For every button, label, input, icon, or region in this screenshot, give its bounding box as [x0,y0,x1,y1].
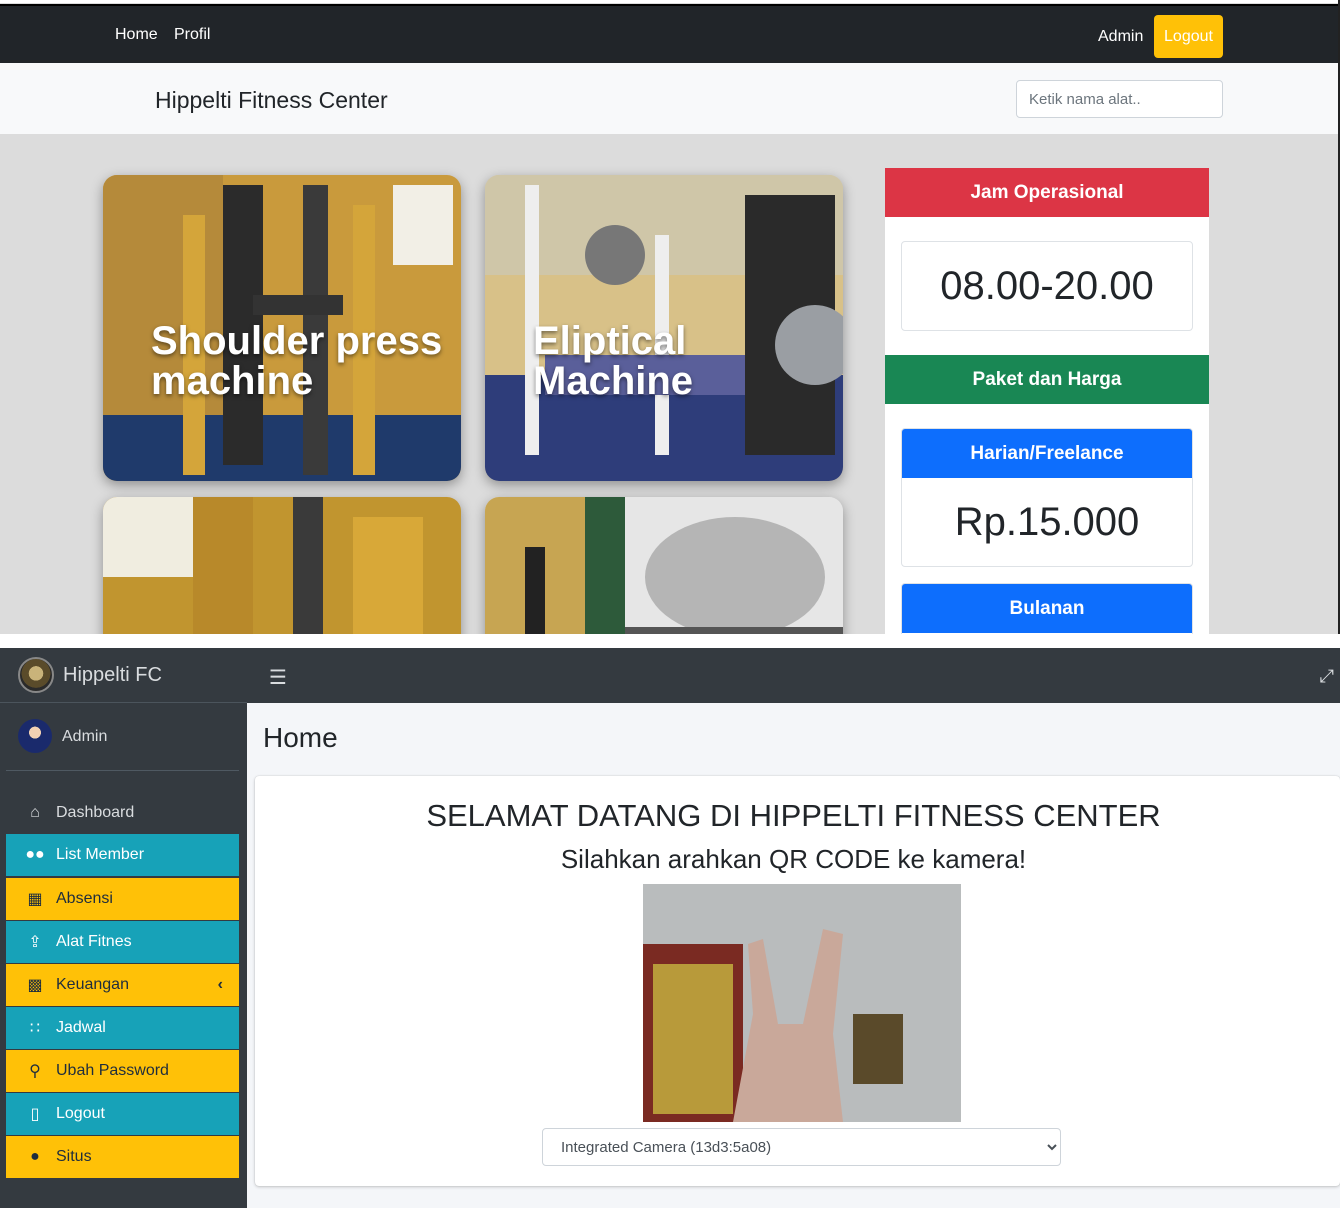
user-panel[interactable]: Admin [6,703,239,771]
fullscreen-icon[interactable]: ⤢ [1320,666,1334,687]
camera-feed [643,884,961,1122]
hours-value: 08.00-20.00 [940,263,1154,308]
sidebar-item-label: Jadwal [56,1019,106,1036]
key-icon: ⚲ [29,1063,41,1080]
equipment-photo [103,497,461,634]
file-icon: ▯ [30,1106,40,1123]
brand[interactable]: Hippelti FC [0,648,247,703]
sidebar-item-logout[interactable]: ▯ Logout [6,1093,239,1135]
top-line [0,0,1338,3]
money-icon: ▩ [27,977,43,994]
sidebar-item-label: Absensi [56,890,113,907]
scan-instruction: Silahkan arahkan QR CODE ke kamera! [560,844,1027,874]
sidebar-item-jadwal[interactable]: ∷ Jadwal [6,1007,239,1049]
package-name: Harian/Freelance [902,429,1192,478]
equipment-search-input[interactable] [1016,80,1223,118]
package-price: Rp.15.000 [954,499,1140,544]
avatar [18,719,52,753]
table-icon: ▦ [27,891,43,908]
sidebar-item-situs[interactable]: ● Situs [6,1136,239,1178]
packages-heading: Paket dan Harga [885,355,1209,404]
chevron-left-icon: ‹ [217,976,223,993]
grid-icon: ∷ [29,1020,41,1037]
sidebar-item-label: List Member [56,846,145,863]
equipment-card-eliptical[interactable]: Eliptical Machine [485,175,843,481]
sidebar-item-label: Ubah Password [56,1062,169,1079]
site-title: Hippelti Fitness Center [155,87,388,113]
equipment-card[interactable] [103,497,461,634]
equipment-photo [485,497,843,634]
admin-panel-screenshot: Hippelti FC ☰ ⤢ Admin ⌂ Dashboard ●● Lis… [0,648,1340,1208]
sidebar-item-ubah-password[interactable]: ⚲ Ubah Password [6,1050,239,1092]
top-navbar: ☰ ⤢ [247,648,1340,703]
sidebar: Admin ⌂ Dashboard ●● List Member ▦ Absen… [0,703,247,1208]
camera-select[interactable]: Integrated Camera (13d3:5a08) [542,1128,1061,1166]
sidebar-item-label: Keuangan [56,976,129,993]
sidebar-item-list-member[interactable]: ●● List Member [6,834,239,876]
public-site-screenshot: Home Profil Admin Logout Hippelti Fitnes… [0,0,1340,634]
sidebar-item-absensi[interactable]: ▦ Absensi [6,878,239,920]
camera-preview [643,884,961,1122]
hours-heading: Jam Operasional [885,168,1209,217]
upload-icon: ⇪ [28,934,42,951]
equipment-card[interactable] [485,497,843,634]
welcome-heading: SELAMAT DATANG DI HIPPELTI FITNESS CENTE… [426,798,1161,833]
brand-text: Hippelti FC [63,664,162,686]
sidebar-item-label: Situs [56,1148,92,1165]
nav-home-link[interactable]: Home [115,26,158,44]
package-card-monthly: Bulanan [901,583,1193,634]
sidebar-item-alat-fitnes[interactable]: ⇪ Alat Fitnes [6,921,239,963]
sidebar-item-label: Logout [56,1105,105,1122]
menu-toggle-icon[interactable]: ☰ [269,665,287,690]
hours-card: 08.00-20.00 [901,241,1193,331]
sidebar-item-label: Dashboard [56,804,135,821]
nav-profil-link[interactable]: Profil [174,26,210,44]
users-icon: ●● [25,846,45,863]
user-name: Admin [62,728,108,745]
page-title: Home [263,722,338,753]
qr-scanner-card: SELAMAT DATANG DI HIPPELTI FITNESS CENTE… [255,776,1340,1186]
globe-icon: ● [30,1148,40,1165]
logout-button[interactable]: Logout [1154,15,1223,58]
sidebar-item-keuangan[interactable]: ▩ Keuangan ‹ [6,964,239,1006]
package-name: Bulanan [902,584,1192,633]
equipment-card-shoulder-press[interactable]: Shoulder press machine [103,175,461,481]
home-icon: ⌂ [30,804,40,821]
site-header: Hippelti Fitness Center [0,63,1338,134]
sidebar-item-dashboard[interactable]: ⌂ Dashboard [6,792,239,834]
navbar: Home Profil Admin Logout [0,4,1338,63]
equipment-card-title: Eliptical Machine [533,319,694,403]
brand-logo [18,657,54,693]
package-card-daily: Harian/Freelance Rp.15.000 [901,428,1193,567]
sidebar-item-label: Alat Fitnes [56,933,132,950]
equipment-card-title: Shoulder press machine [151,319,443,403]
nav-user-label: Admin [1098,28,1144,45]
